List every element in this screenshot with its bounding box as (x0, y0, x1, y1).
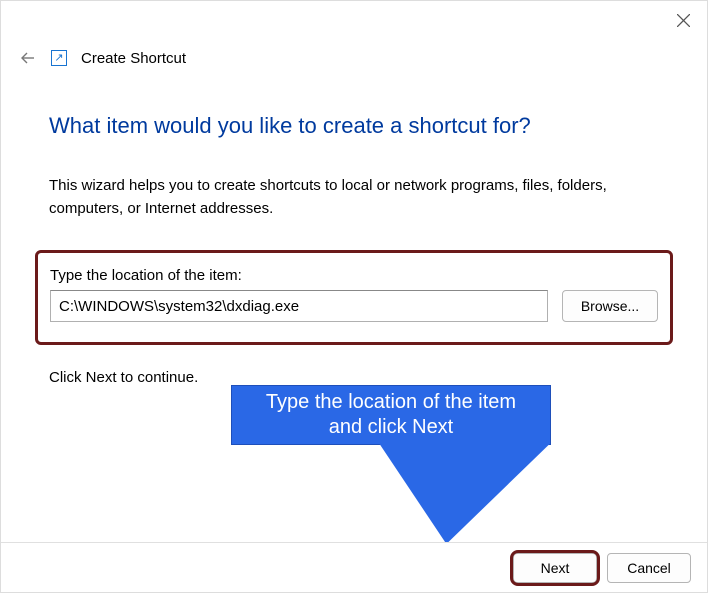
wizard-title: Create Shortcut (81, 50, 186, 67)
browse-button[interactable]: Browse... (562, 290, 658, 322)
location-row: Browse... (50, 290, 658, 322)
footer-bar: Next Cancel (1, 542, 707, 592)
description-text: This wizard helps you to create shortcut… (49, 175, 659, 220)
location-highlight-box: Type the location of the item: Browse... (35, 250, 673, 345)
location-input[interactable] (50, 290, 548, 322)
shortcut-icon: ↗ (51, 50, 67, 66)
cancel-button[interactable]: Cancel (607, 553, 691, 583)
back-arrow-icon[interactable] (19, 49, 37, 67)
next-button[interactable]: Next (513, 553, 597, 583)
annotation-callout-tail (380, 444, 577, 544)
location-label: Type the location of the item: (50, 267, 658, 284)
callout-line1: Type the location of the item (266, 390, 516, 415)
annotation-callout: Type the location of the item and click … (231, 385, 551, 445)
continue-hint: Click Next to continue. (49, 369, 659, 386)
close-icon[interactable] (673, 10, 693, 30)
header-row: ↗ Create Shortcut (1, 43, 707, 73)
content-area: What item would you like to create a sho… (1, 113, 707, 386)
page-headline: What item would you like to create a sho… (49, 113, 659, 139)
callout-line2: and click Next (329, 415, 454, 440)
titlebar (1, 1, 707, 39)
